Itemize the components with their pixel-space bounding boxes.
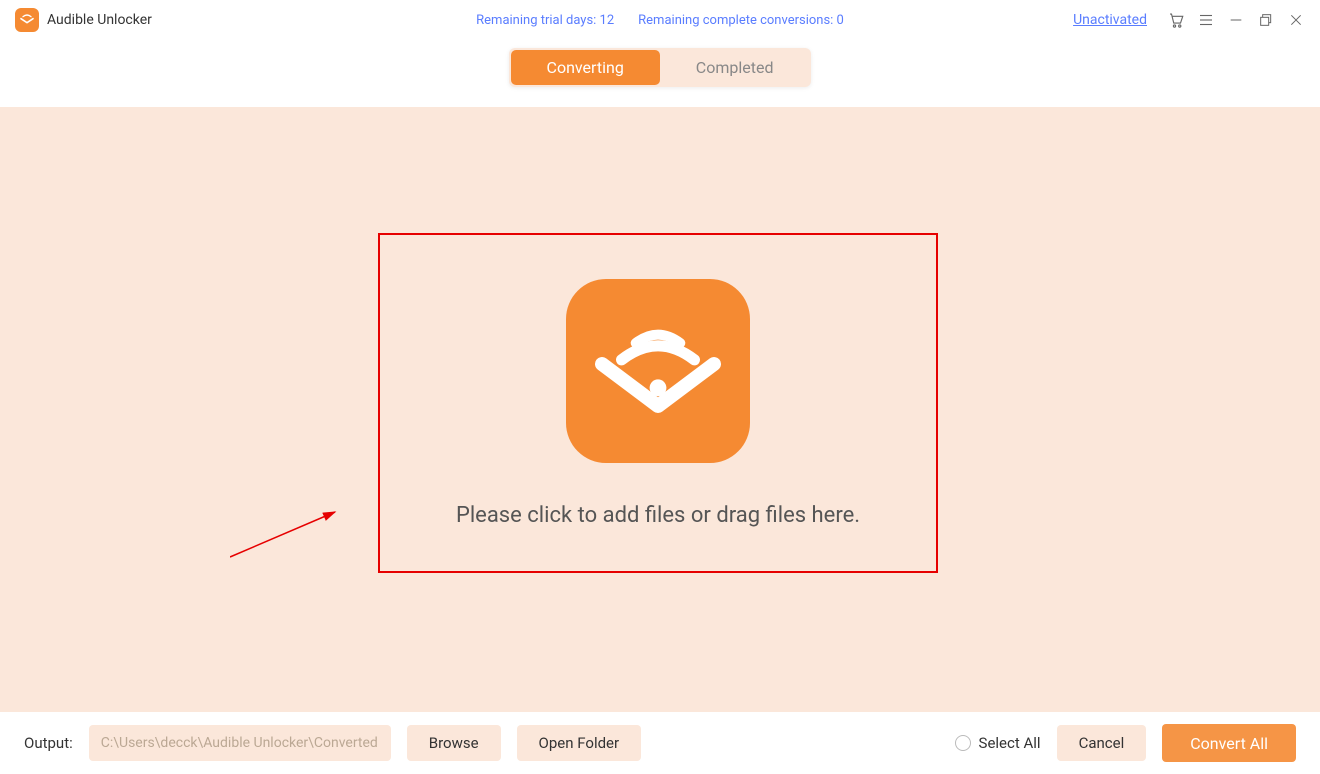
browse-button[interactable]: Browse (407, 725, 501, 761)
main-area: Please click to add files or drag files … (0, 107, 1320, 719)
select-all-checkbox[interactable]: Select All (955, 734, 1041, 752)
footer: Output: C:\Users\decck\Audible Unlocker\… (0, 712, 1320, 774)
trial-days-label: Remaining trial days: 12 (476, 13, 614, 28)
tab-completed[interactable]: Completed (660, 50, 810, 85)
close-icon[interactable] (1287, 11, 1305, 29)
tabs-container: Converting Completed (0, 40, 1320, 107)
unactivated-link[interactable]: Unactivated (1073, 12, 1147, 28)
output-path-field[interactable]: C:\Users\decck\Audible Unlocker\Converte… (89, 725, 391, 761)
open-folder-button[interactable]: Open Folder (517, 725, 642, 761)
dropzone-text: Please click to add files or drag files … (456, 503, 860, 528)
radio-icon (955, 735, 971, 751)
conversions-label: Remaining complete conversions: 0 (638, 13, 844, 28)
tab-converting[interactable]: Converting (511, 50, 660, 85)
cancel-button[interactable]: Cancel (1057, 725, 1147, 761)
titlebar: Audible Unlocker Remaining trial days: 1… (0, 0, 1320, 40)
app-title: Audible Unlocker (47, 12, 152, 28)
dropzone[interactable]: Please click to add files or drag files … (378, 233, 938, 573)
dropzone-logo-icon (566, 279, 750, 463)
maximize-icon[interactable] (1257, 11, 1275, 29)
app-logo-icon (15, 8, 39, 32)
minimize-icon[interactable] (1227, 11, 1245, 29)
annotation-arrow-icon (230, 507, 350, 567)
select-all-label: Select All (979, 734, 1041, 752)
convert-all-button[interactable]: Convert All (1162, 724, 1296, 762)
cart-icon[interactable] (1167, 11, 1185, 29)
output-path-text: C:\Users\decck\Audible Unlocker\Converte… (101, 735, 378, 751)
output-label: Output: (24, 734, 73, 752)
window-controls: Unactivated (1073, 11, 1305, 29)
tabs: Converting Completed (509, 48, 812, 87)
trial-info: Remaining trial days: 12 Remaining compl… (476, 13, 844, 28)
menu-icon[interactable] (1197, 11, 1215, 29)
